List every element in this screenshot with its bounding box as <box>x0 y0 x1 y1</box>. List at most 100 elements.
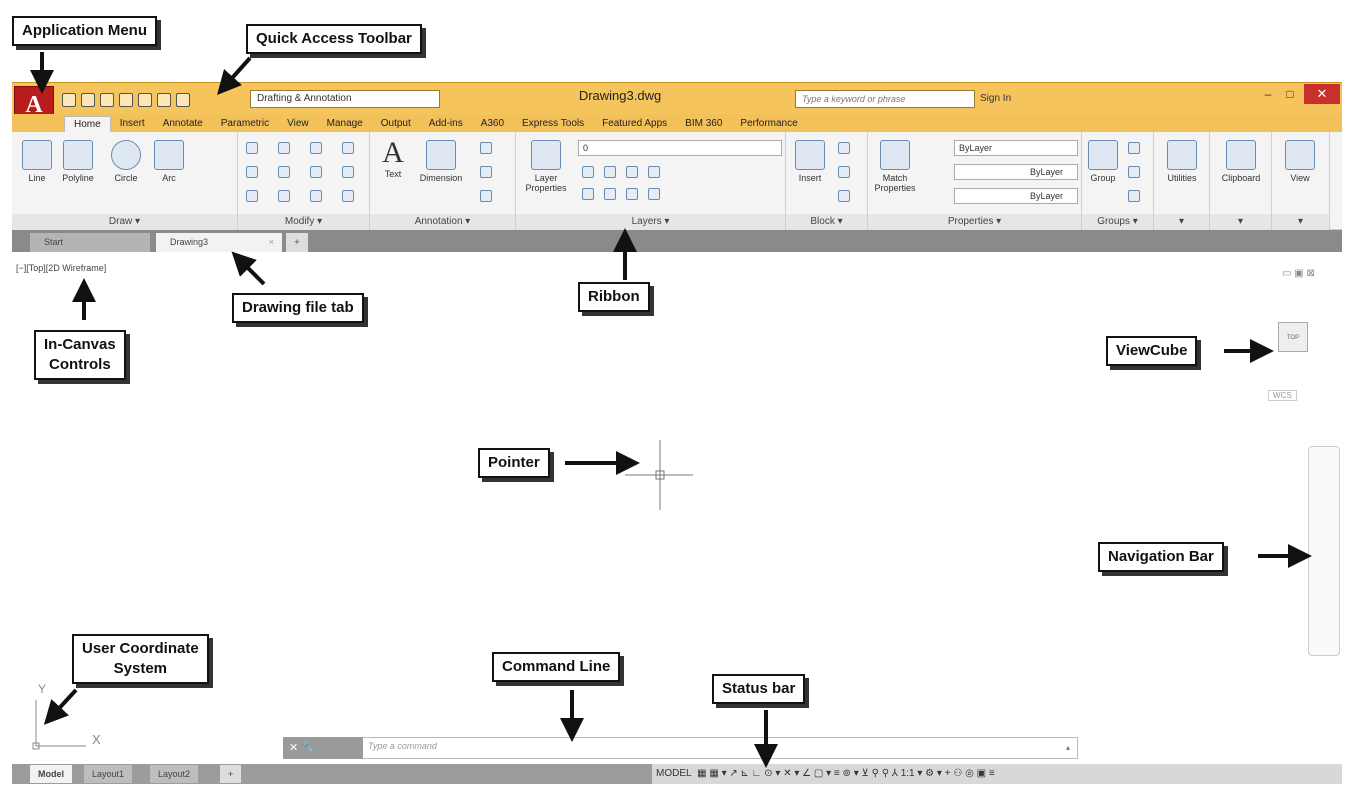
close-button[interactable]: ✕ <box>1304 84 1340 104</box>
explode-icon[interactable] <box>342 166 354 178</box>
array-icon[interactable] <box>310 190 322 202</box>
attribute-icon[interactable] <box>838 190 850 202</box>
block-panel-label[interactable]: Block ▾ <box>786 214 867 230</box>
linetype-dropdown[interactable]: ByLayer <box>954 164 1078 180</box>
command-history-icon[interactable]: ▴ <box>1066 743 1070 752</box>
color-dropdown[interactable]: ByLayer <box>954 140 1078 156</box>
workspace-selector[interactable]: Drafting & Annotation <box>250 90 440 108</box>
sign-in-button[interactable]: Sign In <box>980 90 1011 108</box>
rotate-icon[interactable] <box>278 142 290 154</box>
layer-merge-icon[interactable] <box>648 188 660 200</box>
create-block-icon[interactable] <box>838 142 850 154</box>
in-canvas-controls[interactable]: [−][Top][2D Wireframe] <box>16 263 106 273</box>
view-panel-expand[interactable]: ▾ <box>1272 214 1329 230</box>
ribbon-tab-manage[interactable]: Manage <box>318 116 372 132</box>
group-tool[interactable]: Group <box>1084 140 1122 183</box>
add-layout-button[interactable]: + <box>220 765 242 783</box>
viewport-controls[interactable]: ▭ ▣ ⊠ <box>1282 268 1315 279</box>
close-tab-icon[interactable]: × <box>269 233 274 252</box>
modify-panel-label[interactable]: Modify ▾ <box>238 214 369 230</box>
model-tab[interactable]: Model <box>30 765 72 783</box>
layer-lock-icon[interactable] <box>648 166 660 178</box>
copy-icon[interactable] <box>246 166 258 178</box>
redo-icon[interactable] <box>176 93 190 107</box>
layer-off-icon[interactable] <box>582 166 594 178</box>
leader-icon[interactable] <box>480 142 492 154</box>
stretch-icon[interactable] <box>246 190 258 202</box>
polyline-tool[interactable]: Polyline <box>58 140 98 183</box>
clipboard-panel-expand[interactable]: ▾ <box>1210 214 1271 230</box>
ribbon-tab-parametric[interactable]: Parametric <box>212 116 278 132</box>
table-icon[interactable] <box>480 190 492 202</box>
offset-icon[interactable] <box>342 190 354 202</box>
layout2-tab[interactable]: Layout2 <box>150 765 199 783</box>
start-tab[interactable]: Start <box>30 233 150 252</box>
layer-freeze-icon[interactable] <box>626 166 638 178</box>
utilities-panel-expand[interactable]: ▾ <box>1154 214 1209 230</box>
view-tool[interactable]: View <box>1278 140 1322 183</box>
navigation-bar[interactable] <box>1308 446 1340 656</box>
layer-previous-icon[interactable] <box>604 188 616 200</box>
layer-isolate-icon[interactable] <box>604 166 616 178</box>
scale-icon[interactable] <box>278 190 290 202</box>
open-icon[interactable] <box>81 93 95 107</box>
command-line-buttons[interactable]: ✕ 🔧 <box>283 737 363 759</box>
command-input[interactable]: Type a command <box>368 741 437 751</box>
trim-icon[interactable] <box>310 142 322 154</box>
layout1-tab[interactable]: Layout1 <box>84 765 133 783</box>
ribbon-tab-home[interactable]: Home <box>64 116 111 132</box>
group-select-icon[interactable] <box>1128 190 1140 202</box>
fillet-icon[interactable] <box>310 166 322 178</box>
new-tab-button[interactable]: + <box>286 233 308 252</box>
layers-panel-label[interactable]: Layers ▾ <box>516 214 785 230</box>
wcs-menu[interactable]: WCS <box>1268 390 1297 401</box>
layer-walk-icon[interactable] <box>626 188 638 200</box>
group-edit-icon[interactable] <box>1128 166 1140 178</box>
layer-properties-tool[interactable]: Layer Properties <box>520 140 572 193</box>
save-as-icon[interactable] <box>119 93 133 107</box>
ribbon-tab-view[interactable]: View <box>278 116 318 132</box>
save-icon[interactable] <box>100 93 114 107</box>
insert-tool[interactable]: Insert <box>790 140 830 183</box>
groups-panel-label[interactable]: Groups ▾ <box>1082 214 1153 230</box>
search-input[interactable]: Type a keyword or phrase <box>795 90 975 108</box>
utilities-tool[interactable]: Utilities <box>1160 140 1204 183</box>
maximize-button[interactable]: □ <box>1280 84 1300 104</box>
move-icon[interactable] <box>246 142 258 154</box>
ribbon-tab-performance[interactable]: Performance <box>731 116 806 132</box>
ribbon-tab-insert[interactable]: Insert <box>111 116 154 132</box>
arc-tool[interactable]: Arc <box>152 140 186 183</box>
model-space-toggle[interactable]: MODEL <box>656 768 692 779</box>
ribbon-tab-annotate[interactable]: Annotate <box>154 116 212 132</box>
mirror-icon[interactable] <box>278 166 290 178</box>
draw-panel-label[interactable]: Draw ▾ <box>12 214 237 230</box>
new-icon[interactable] <box>62 93 76 107</box>
dimension-tool[interactable]: Dimension <box>414 140 468 183</box>
multileader-icon[interactable] <box>480 166 492 178</box>
ribbon-tab-output[interactable]: Output <box>372 116 420 132</box>
lineweight-dropdown[interactable]: ByLayer <box>954 188 1078 204</box>
minimize-button[interactable]: – <box>1258 84 1278 104</box>
ribbon-tab-bim-360[interactable]: BIM 360 <box>676 116 731 132</box>
viewcube[interactable]: TOP <box>1278 322 1308 352</box>
clipboard-tool[interactable]: Clipboard <box>1214 140 1268 183</box>
erase-icon[interactable] <box>342 142 354 154</box>
match-properties-tool[interactable]: Match Properties <box>870 140 920 193</box>
undo-icon[interactable] <box>157 93 171 107</box>
annotation-panel-label[interactable]: Annotation ▾ <box>370 214 515 230</box>
ribbon-tab-express-tools[interactable]: Express Tools <box>513 116 593 132</box>
ribbon-tab-a360[interactable]: A360 <box>472 116 513 132</box>
ribbon-tab-featured-apps[interactable]: Featured Apps <box>593 116 676 132</box>
edit-block-icon[interactable] <box>838 166 850 178</box>
text-tool[interactable]: A Text <box>376 136 410 179</box>
line-tool[interactable]: Line <box>20 140 54 183</box>
circle-tool[interactable]: Circle <box>108 140 144 183</box>
plot-icon[interactable] <box>138 93 152 107</box>
ungroup-icon[interactable] <box>1128 142 1140 154</box>
layer-match-icon[interactable] <box>582 188 594 200</box>
properties-panel-label[interactable]: Properties ▾ <box>868 214 1081 230</box>
layer-dropdown[interactable]: 0 <box>578 140 782 156</box>
drawing-file-tab[interactable]: Drawing3 × <box>156 233 282 252</box>
ribbon-tab-add-ins[interactable]: Add-ins <box>420 116 472 132</box>
annotation-scale[interactable]: 1:1 <box>901 768 915 779</box>
